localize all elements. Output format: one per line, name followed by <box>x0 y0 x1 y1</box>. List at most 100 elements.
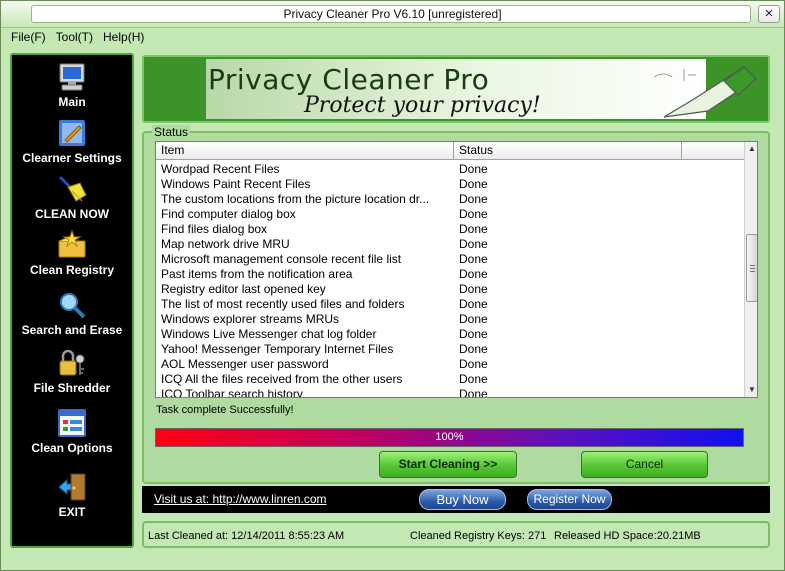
menu-help[interactable]: Help(H) <box>103 29 144 47</box>
row-status: Done <box>459 387 488 398</box>
sidebar-item-main[interactable]: Main <box>12 61 132 109</box>
table-row[interactable]: AOL Messenger user password Done <box>156 357 744 372</box>
task-message: Task complete Successfully! <box>156 404 294 416</box>
banner: Privacy Cleaner Pro Protect your privacy… <box>142 55 770 123</box>
list-header: Item Status <box>156 142 744 160</box>
sidebar-item-file-shredder[interactable]: File Shredder <box>12 347 132 395</box>
row-item: Map network drive MRU <box>161 237 290 251</box>
row-status: Done <box>459 237 488 251</box>
vertical-scrollbar[interactable]: ▲ ▼ <box>744 142 757 397</box>
row-item: Find computer dialog box <box>161 207 296 221</box>
sidebar-label: Clean Options <box>31 441 113 455</box>
row-item: Past items from the notification area <box>161 267 353 281</box>
table-row[interactable]: Past items from the notification area Don… <box>156 267 744 282</box>
row-item: AOL Messenger user password <box>161 357 329 371</box>
exit-door-icon <box>58 473 86 501</box>
row-item: The list of most recently used files and… <box>161 297 405 311</box>
title-bar[interactable]: Privacy Cleaner Pro V6.10 [unregistered]… <box>1 1 784 28</box>
table-row[interactable]: Microsoft management console recent file… <box>156 252 744 267</box>
row-item: Microsoft management console recent file… <box>161 252 402 266</box>
magnifier-icon <box>60 293 86 319</box>
sidebar-label: Clean Registry <box>29 263 115 277</box>
column-header-status[interactable]: Status <box>454 142 682 160</box>
close-button[interactable]: × <box>758 5 780 23</box>
row-status: Done <box>459 222 488 236</box>
status-list[interactable]: Item Status Wordpad Recent Files Done Wind… <box>155 141 758 398</box>
last-cleaned-text: Last Cleaned at: 12/14/2011 8:55:23 AM <box>148 530 345 542</box>
status-bar: Last Cleaned at: 12/14/2011 8:55:23 AM C… <box>142 521 770 548</box>
scroll-thumb[interactable] <box>746 234 757 302</box>
sidebar-label: Search and Erase <box>21 323 123 337</box>
options-window-icon <box>58 409 86 437</box>
sidebar-label: Clearner Settings <box>22 151 122 165</box>
row-item: Windows Paint Recent Files <box>161 177 311 191</box>
row-status: Done <box>459 192 488 206</box>
table-row[interactable]: ICQ All the files received from the othe… <box>156 372 744 387</box>
sidebar-label: EXIT <box>58 505 86 519</box>
registry-folder-icon <box>58 229 86 258</box>
row-status: Done <box>459 372 488 386</box>
cancel-button[interactable]: Cancel <box>581 451 708 478</box>
banner-title: Privacy Cleaner Pro <box>208 63 490 96</box>
table-row[interactable]: Map network drive MRU Done <box>156 237 744 252</box>
list-rows: Wordpad Recent Files Done Windows Paint Re… <box>156 162 744 398</box>
table-row[interactable]: Windows Live Messenger chat log folder Do… <box>156 327 744 342</box>
row-status: Done <box>459 312 488 326</box>
app-window: Privacy Cleaner Pro V6.10 [unregistered]… <box>0 0 785 571</box>
sidebar-item-search-erase[interactable]: Search and Erase <box>12 289 132 337</box>
row-item: Wordpad Recent Files <box>161 162 280 176</box>
status-legend: Status <box>152 125 191 139</box>
sidebar-label: CLEAN NOW <box>35 207 109 221</box>
link-bar: Visit us at: http://www.linren.com Buy N… <box>142 486 770 513</box>
eraser-pencil-icon <box>653 66 757 118</box>
sidebar-item-clean-options[interactable]: Clean Options <box>12 407 132 455</box>
row-status: Done <box>459 282 488 296</box>
registry-keys-text: Cleaned Registry Keys: 271 <box>410 530 547 542</box>
banner-subtitle: Protect your privacy! <box>304 93 541 118</box>
settings-wrench-icon <box>59 120 85 146</box>
close-icon: × <box>764 5 774 22</box>
sidebar-item-clean-now[interactable]: CLEAN NOW <box>12 173 132 221</box>
table-row[interactable]: Registry editor last opened key Done <box>156 282 744 297</box>
lock-key-icon <box>59 349 85 376</box>
sidebar-item-settings[interactable]: Clearner Settings <box>12 117 132 165</box>
table-row[interactable]: Find computer dialog box Done <box>156 207 744 222</box>
row-item: Yahoo! Messenger Temporary Internet File… <box>161 342 394 356</box>
row-status: Done <box>459 297 488 311</box>
menu-file[interactable]: File(F) <box>11 29 46 47</box>
table-row[interactable]: Yahoo! Messenger Temporary Internet File… <box>156 342 744 357</box>
scroll-down-icon[interactable]: ▼ <box>745 383 757 397</box>
menu-bar: File(F) Tool(T) Help(H) <box>11 29 144 47</box>
row-item: Registry editor last opened key <box>161 282 326 296</box>
table-row[interactable]: Windows explorer streams MRUs Done <box>156 312 744 327</box>
row-status: Done <box>459 342 488 356</box>
column-header-item[interactable]: Item <box>156 142 454 160</box>
row-status: Done <box>459 177 488 191</box>
sidebar-label: File Shredder <box>33 381 111 395</box>
row-status: Done <box>459 252 488 266</box>
start-cleaning-button[interactable]: Start Cleaning >> <box>379 451 517 478</box>
hd-space-text: Released HD Space:20.21MB <box>554 530 701 542</box>
sidebar-label: Main <box>58 95 86 109</box>
register-now-button[interactable]: Register Now <box>527 489 612 510</box>
sidebar-item-clean-registry[interactable]: Clean Registry <box>12 229 132 277</box>
row-status: Done <box>459 162 488 176</box>
scroll-up-icon[interactable]: ▲ <box>745 142 757 156</box>
sidebar-item-exit[interactable]: EXIT <box>12 471 132 519</box>
table-row[interactable]: The custom locations from the picture lo… <box>156 192 744 207</box>
buy-now-button[interactable]: Buy Now <box>419 489 506 510</box>
table-row[interactable]: Wordpad Recent Files Done <box>156 162 744 177</box>
website-link[interactable]: Visit us at: http://www.linren.com <box>154 492 327 506</box>
table-row[interactable]: Find files dialog box Done <box>156 222 744 237</box>
menu-tool[interactable]: Tool(T) <box>56 29 93 47</box>
row-item: The custom locations from the picture lo… <box>161 192 430 206</box>
table-row[interactable]: Windows Paint Recent Files Done <box>156 177 744 192</box>
row-item: Find files dialog box <box>161 222 268 236</box>
row-item: Windows Live Messenger chat log folder <box>161 327 377 341</box>
table-row[interactable]: The list of most recently used files and… <box>156 297 744 312</box>
row-item: Windows explorer streams MRUs <box>161 312 340 326</box>
table-row[interactable]: ICQ Toolbar search history Done <box>156 387 744 398</box>
row-item: ICQ All the files received from the othe… <box>161 372 403 386</box>
window-title: Privacy Cleaner Pro V6.10 [unregistered] <box>283 7 502 21</box>
progress-label: 100% <box>435 431 464 443</box>
